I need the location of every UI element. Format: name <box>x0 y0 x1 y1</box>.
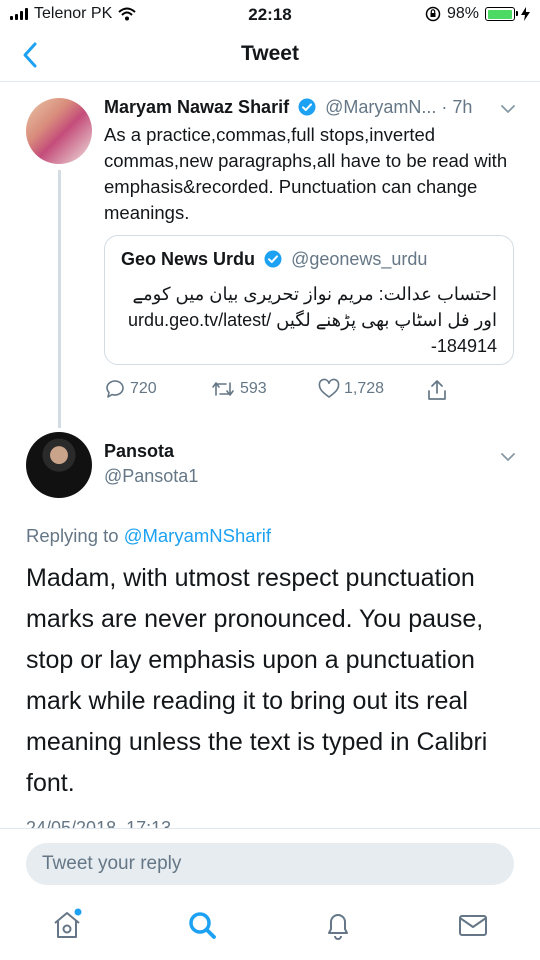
heart-icon <box>318 378 340 398</box>
reply-text: Madam, with utmost respect punctuation m… <box>26 564 488 797</box>
share-button[interactable] <box>426 378 448 402</box>
like-count: 1,728 <box>344 380 385 397</box>
avatar[interactable] <box>26 98 92 164</box>
reply-author-handle: @Pansota1 <box>104 466 199 486</box>
quote-author-handle: @geonews_urdu <box>291 249 428 269</box>
quoted-tweet[interactable]: Geo News Urdu @geonews_urdu احتساب عدالت… <box>104 235 514 365</box>
replying-prefix: Replying to <box>26 525 124 546</box>
status-right: 98% <box>425 5 530 23</box>
quote-text: احتساب عدالت: مریم نواز تحریری بیان میں … <box>128 284 497 356</box>
tweet-text: As a practice,commas,full stops,inverted… <box>104 124 508 223</box>
reply-input[interactable] <box>26 843 514 885</box>
home-icon[interactable] <box>50 908 84 942</box>
retweet-count: 593 <box>240 380 267 397</box>
quote-header: Geo News Urdu @geonews_urdu <box>121 249 427 270</box>
verified-icon <box>264 250 282 268</box>
verified-icon <box>298 98 316 116</box>
nav-bar: Tweet <box>0 30 540 82</box>
tab-bar <box>0 888 540 960</box>
tweet-actions: 720 593 1,728 <box>104 378 464 408</box>
reply-count: 720 <box>130 380 157 397</box>
like-button[interactable]: 1,728 <box>318 378 384 400</box>
author-name[interactable]: Maryam Nawaz Sharif <box>104 97 289 117</box>
reply-button[interactable]: 720 <box>104 378 157 400</box>
compose-bar <box>0 828 540 888</box>
avatar[interactable] <box>26 432 92 498</box>
retweet-icon <box>212 382 234 396</box>
mail-icon[interactable] <box>456 908 490 942</box>
replying-to: Replying to @MaryamNSharif <box>26 525 271 547</box>
tweet-time: · 7h <box>441 97 473 117</box>
chevron-down-icon[interactable] <box>500 452 516 462</box>
chevron-down-icon[interactable] <box>500 104 516 114</box>
author-handle: @MaryamN... <box>325 97 437 117</box>
retweet-button[interactable]: 593 <box>210 378 267 400</box>
charging-icon <box>521 7 530 21</box>
battery-percent: 98% <box>446 5 479 22</box>
thread-line <box>58 170 61 428</box>
battery-icon <box>485 7 518 21</box>
mention-link[interactable]: @MaryamNSharif <box>124 525 271 546</box>
quote-author-name: Geo News Urdu <box>121 249 256 269</box>
tweet-header: Maryam Nawaz Sharif @MaryamN... · 7h <box>104 97 524 118</box>
bell-icon[interactable] <box>321 908 355 942</box>
reply-date: 24/05/2018, 17:13 <box>26 818 172 829</box>
status-bar: Telenor PK 22:18 98% <box>0 0 540 30</box>
page-title: Tweet <box>241 42 299 65</box>
orientation-lock-icon <box>425 6 441 22</box>
search-icon[interactable] <box>185 908 219 942</box>
share-icon <box>428 380 446 400</box>
reply-author-name[interactable]: Pansota <box>104 441 174 462</box>
reply-icon <box>106 380 124 398</box>
